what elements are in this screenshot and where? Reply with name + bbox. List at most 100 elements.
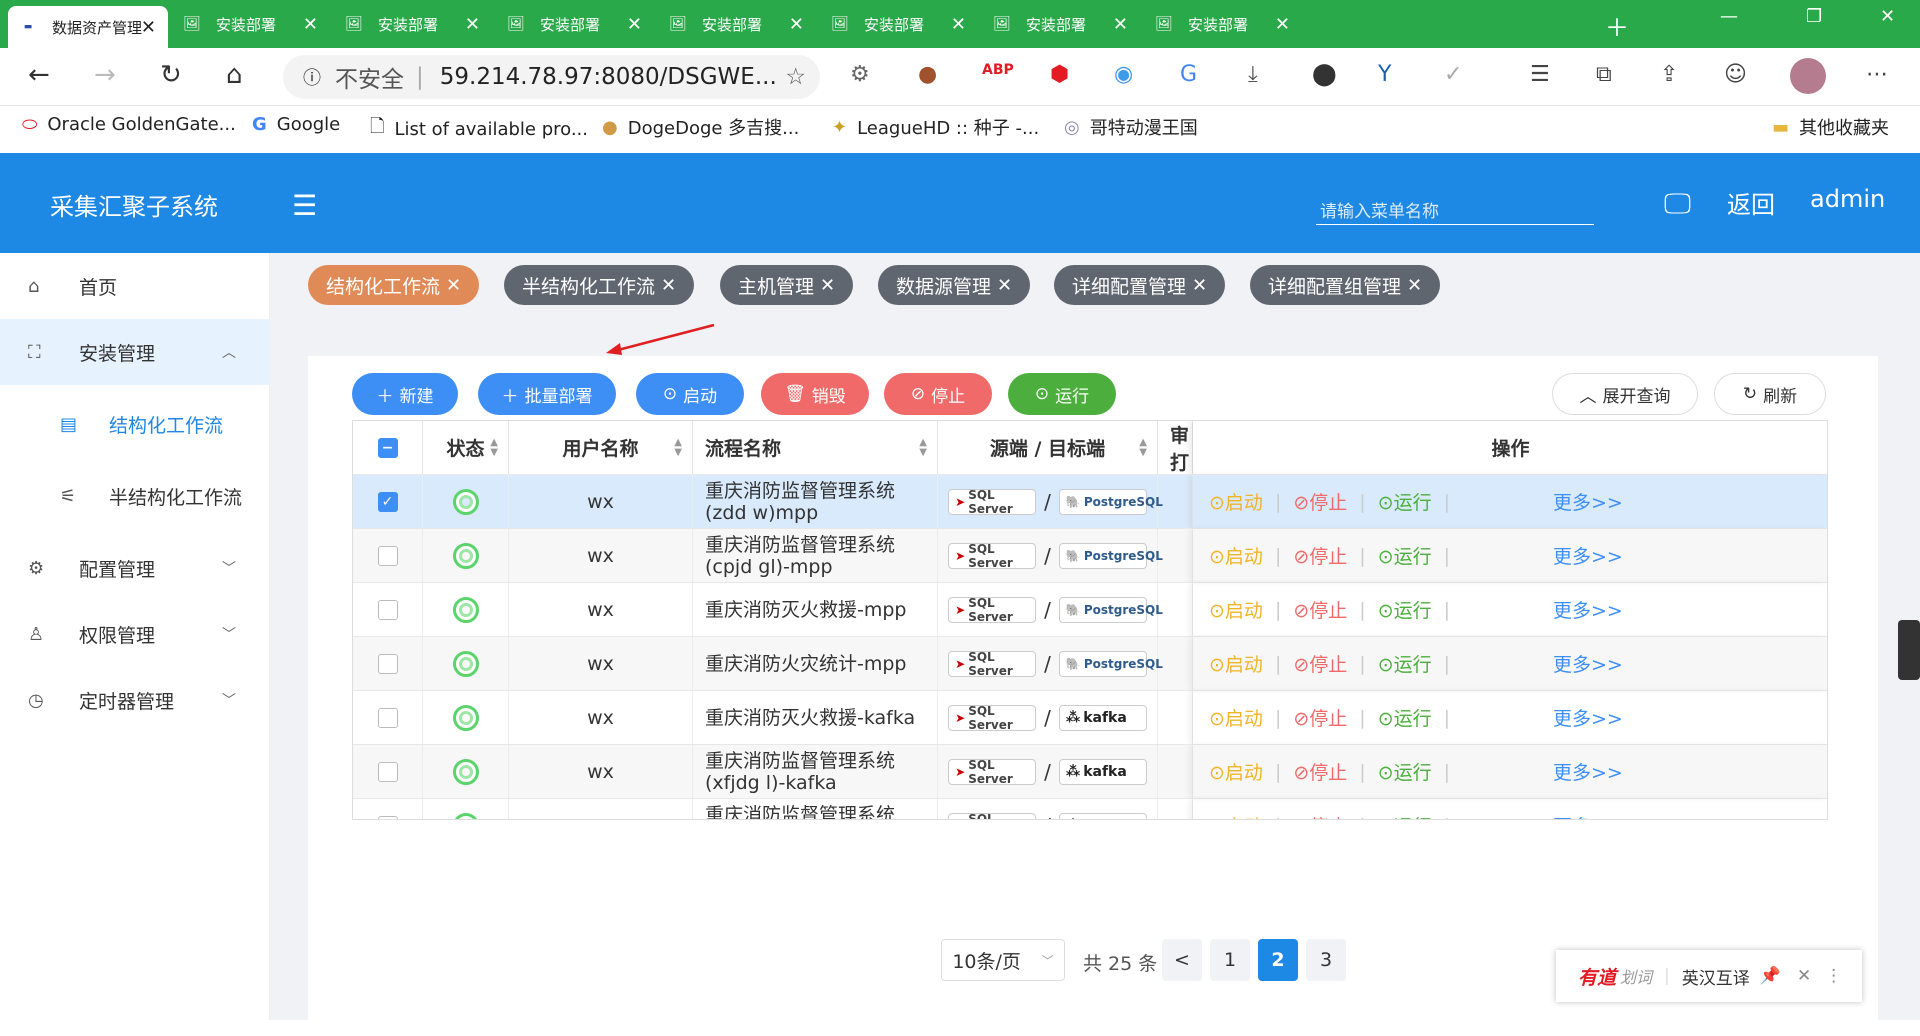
browser-tab[interactable]: 🖼 安装部署 ✕ — [334, 6, 492, 42]
close-icon[interactable]: ✕ — [446, 275, 461, 296]
column-header-endpoints[interactable]: 源端 / 目标端 ▲ ▼ — [938, 421, 1158, 474]
sidebar-item-semistructured-flow[interactable]: ⚟ 半结构化工作流 — [0, 463, 270, 529]
row-more-link[interactable]: 更多>> — [1553, 812, 1623, 819]
bookmark-item[interactable]: ⬭ Oracle GoldenGate... — [22, 114, 236, 135]
bookmark-folder[interactable]: ▬ 其他收藏夹 — [1772, 114, 1889, 140]
refresh-button[interactable]: ↻ 刷新 — [1714, 373, 1826, 415]
column-header-flow[interactable]: 流程名称 ▲ ▼ — [693, 421, 938, 474]
row-start-link[interactable]: ⊙启动 — [1209, 596, 1263, 623]
row-stop-link[interactable]: ⊘停止 — [1293, 596, 1347, 623]
row-stop-link[interactable]: ⊘停止 — [1293, 758, 1347, 785]
youdao-translate-bar[interactable]: 有道 划词 | 英汉互译 📌 ✕ ⋮ — [1556, 950, 1862, 1002]
sort-icon[interactable]: ▲ ▼ — [919, 437, 927, 458]
sort-icon[interactable]: ▲ ▼ — [490, 437, 498, 458]
tag-structured-flow[interactable]: 结构化工作流 ✕ — [308, 265, 480, 305]
row-more-link[interactable]: 更多>> — [1553, 704, 1623, 731]
select-all-header[interactable]: − — [353, 421, 423, 474]
row-stop-link[interactable]: ⊘停止 — [1293, 650, 1347, 677]
row-stop-link[interactable]: ⊘停止 — [1293, 488, 1347, 515]
row-run-link[interactable]: ⊙运行 — [1378, 704, 1432, 731]
download-icon[interactable]: ⤓ — [1248, 62, 1258, 87]
more-menu-icon[interactable]: ⋯ — [1866, 62, 1888, 87]
extension-monkey-icon[interactable]: ● — [918, 62, 937, 87]
row-more-link[interactable]: 更多>> — [1553, 758, 1623, 785]
bookmark-item[interactable]: ◎ 哥特动漫王国 — [1064, 114, 1198, 140]
tag-host[interactable]: 主机管理 ✕ — [720, 265, 854, 305]
translate-icon[interactable]: G — [1180, 62, 1197, 87]
page-button-current[interactable]: 2 — [1258, 939, 1298, 981]
bookmark-item[interactable]: ● DogeDoge 多吉搜... — [602, 114, 799, 140]
collections-icon[interactable]: ⧉ — [1596, 62, 1612, 87]
row-more-link[interactable]: 更多>> — [1553, 596, 1623, 623]
row-start-link[interactable]: ⊙启动 — [1209, 488, 1263, 515]
row-checkbox[interactable] — [377, 599, 398, 620]
feedback-icon[interactable]: ☺ — [1724, 62, 1747, 87]
monitor-icon[interactable]: 🖵 — [1664, 187, 1691, 221]
page-button[interactable]: 1 — [1210, 939, 1250, 981]
ublock-icon[interactable]: ⬢ — [1050, 62, 1069, 87]
row-checkbox[interactable] — [377, 707, 398, 728]
side-handle[interactable] — [1898, 620, 1920, 680]
back-link[interactable]: 返回 — [1727, 185, 1775, 220]
page-button[interactable]: 3 — [1306, 939, 1346, 981]
table-row[interactable]: wx 重庆消防监督管理系统(xfjdg l)-kafka ➤ SQL Server / ⁂… — [353, 744, 1827, 798]
row-start-link[interactable]: ⊙启动 — [1209, 812, 1263, 819]
close-icon[interactable]: ✕ — [1407, 275, 1422, 296]
row-stop-link[interactable]: ⊘停止 — [1293, 812, 1347, 819]
close-tab-icon[interactable]: ✕ — [465, 14, 480, 35]
table-row[interactable]: wx 重庆消防监督管理系统(cpjd gl)-mpp ➤ SQL Server / 🐘 Po… — [353, 528, 1827, 582]
row-more-link[interactable]: 更多>> — [1553, 542, 1623, 569]
select-all-checkbox[interactable]: − — [377, 437, 398, 458]
close-icon[interactable]: ✕ — [1192, 275, 1207, 296]
prev-page-button[interactable]: < — [1162, 939, 1202, 981]
restore-icon[interactable]: ❐ — [1806, 6, 1822, 27]
row-more-link[interactable]: 更多>> — [1553, 650, 1623, 677]
close-icon[interactable]: ✕ — [661, 275, 676, 296]
sidebar-item-config[interactable]: ⚙ 配置管理 ﹀ — [0, 535, 270, 601]
row-more-link[interactable]: 更多>> — [1553, 488, 1623, 515]
batch-deploy-button[interactable]: ＋批量部署 — [478, 373, 616, 415]
row-checkbox[interactable] — [377, 545, 398, 566]
browser-tab[interactable]: 🖼 安装部署 ✕ — [658, 6, 816, 42]
browser-tab[interactable]: 🖼 安装部署 ✕ — [172, 6, 330, 42]
profile-avatar[interactable] — [1790, 58, 1826, 94]
row-checkbox[interactable] — [377, 815, 398, 819]
close-tab-icon[interactable]: ✕ — [789, 14, 804, 35]
menu-toggle-icon[interactable]: ☰ — [292, 189, 317, 222]
menu-search-input[interactable]: 请输入菜单名称 — [1316, 189, 1594, 225]
extension-icon[interactable]: ⚙ — [850, 62, 870, 87]
user-menu[interactable]: admin — [1810, 185, 1885, 213]
row-checkbox[interactable] — [377, 653, 398, 674]
close-tab-icon[interactable]: ✕ — [141, 17, 156, 38]
row-run-link[interactable]: ⊙运行 — [1378, 650, 1432, 677]
extension-v-icon[interactable]: ◉ — [1114, 62, 1133, 87]
row-start-link[interactable]: ⊙启动 — [1209, 542, 1263, 569]
destroy-button[interactable]: 🗑 销毁 — [761, 373, 869, 415]
column-header-audit[interactable]: 审打 — [1158, 421, 1193, 474]
minimize-icon[interactable]: — — [1720, 6, 1738, 27]
row-run-link[interactable]: ⊙运行 — [1378, 758, 1432, 785]
column-header-user[interactable]: 用户名称 ▲ ▼ — [509, 421, 693, 474]
close-tab-icon[interactable]: ✕ — [1275, 14, 1290, 35]
stop-button[interactable]: ⊘ 停止 — [884, 373, 992, 415]
row-stop-link[interactable]: ⊘停止 — [1293, 542, 1347, 569]
row-start-link[interactable]: ⊙启动 — [1209, 704, 1263, 731]
sort-icon[interactable]: ▲ ▼ — [1139, 437, 1147, 458]
table-row[interactable]: wx 重庆消防灭火救援-kafka ➤ SQL Server / ⁂ kafka ⊙启动 | ⊘停… — [353, 690, 1827, 744]
extension-y-icon[interactable]: Y — [1378, 62, 1391, 87]
bookmark-item[interactable]: G Google — [252, 114, 340, 135]
back-arrow-icon[interactable]: ← — [28, 60, 50, 90]
table-row[interactable]: ✓ wx 重庆消防监督管理系统(zdd w)mpp ➤ SQL Server / 🐘 Post… — [353, 474, 1827, 528]
tag-datasource[interactable]: 数据源管理 ✕ — [878, 265, 1031, 305]
new-tab-icon[interactable]: ＋ — [1605, 8, 1629, 43]
close-tab-icon[interactable]: ✕ — [951, 14, 966, 35]
close-icon[interactable]: ✕ — [997, 275, 1012, 296]
table-row[interactable]: wx 重庆消防火灾统计-mpp ➤ SQL Server / 🐘 PostgreSQL ⊙启动… — [353, 636, 1827, 690]
column-header-status[interactable]: 状态 ▲ ▼ — [423, 421, 509, 474]
row-checkbox[interactable] — [377, 761, 398, 782]
close-icon[interactable]: ✕ — [820, 275, 835, 296]
sidebar-item-structured-flow[interactable]: ▤ 结构化工作流 — [0, 391, 270, 457]
bookmark-item[interactable]: 🗋 List of available pro... — [370, 114, 588, 144]
run-button[interactable]: ⊙ 运行 — [1008, 373, 1116, 415]
bookmark-item[interactable]: ✦ LeagueHD :: 种子 -... — [832, 114, 1039, 140]
